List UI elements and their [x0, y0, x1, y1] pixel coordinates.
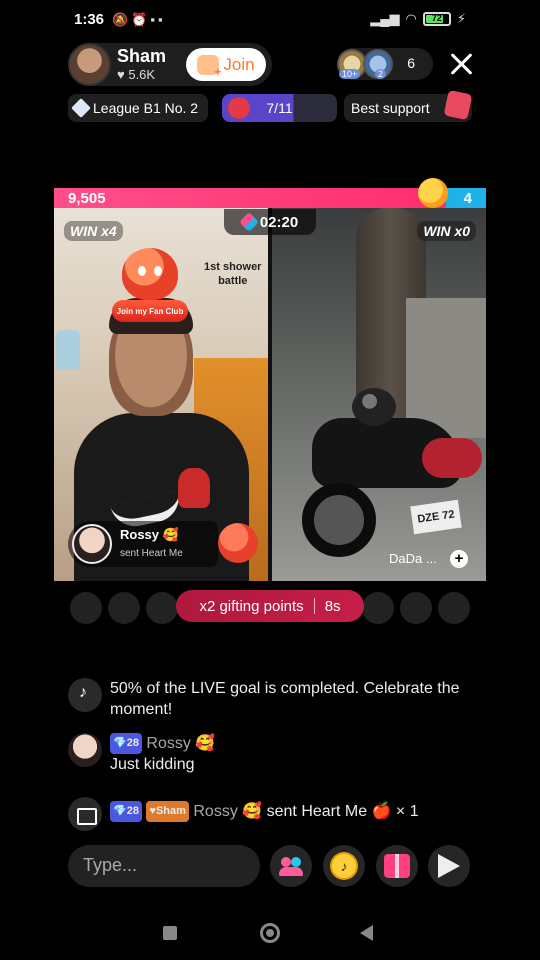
host-avatar[interactable] [68, 43, 111, 86]
shower-battle-label: 1st shower battle [204, 260, 261, 288]
home-icon[interactable] [260, 923, 280, 943]
left-score: 9,505 [68, 190, 106, 207]
follow-opponent-button[interactable]: + [450, 550, 468, 568]
gifting-points-banner: x2 gifting points 8s [176, 590, 364, 622]
gifter-slot[interactable] [438, 592, 470, 624]
multi-guest-button[interactable] [270, 845, 312, 887]
viewer-rank-badge: 10+ [339, 69, 361, 79]
fan-team-badge: ♥Sham [146, 801, 189, 822]
clock: 1:36 [74, 11, 105, 28]
battle-score-bar: 9,505 4 [54, 178, 486, 208]
best-support-chip[interactable]: Best support [344, 89, 473, 122]
league-chip[interactable]: League B1 No. 2 [68, 94, 208, 122]
gifter-slot[interactable] [400, 592, 432, 624]
recharge-button[interactable]: ♪ [323, 845, 365, 887]
gifter-slot[interactable] [362, 592, 394, 624]
gifter-avatar [72, 524, 112, 564]
gift-count: × 1 [395, 803, 419, 820]
fan-club-banner[interactable]: Join my Fan Club [112, 300, 188, 322]
tiktok-logo-icon [68, 678, 102, 712]
level-badge: 💎28 [110, 733, 142, 754]
chat-username[interactable]: Rossy [146, 735, 190, 752]
gift-sender[interactable]: Rossy [193, 803, 237, 820]
live-goal-chip[interactable]: 7/11 [222, 94, 337, 122]
system-nav-bar [0, 902, 540, 960]
share-icon [438, 854, 460, 878]
viewer-rank-badge: 2 [375, 69, 387, 79]
battery-icon: 72 [422, 12, 451, 26]
helmet [352, 388, 396, 426]
user-avatar[interactable] [68, 733, 102, 767]
back-icon[interactable] [360, 925, 373, 941]
battle-icon [238, 212, 259, 232]
join-label: Join [223, 54, 255, 74]
recents-icon[interactable] [163, 926, 177, 940]
gift-button[interactable] [376, 845, 418, 887]
water-jug [56, 330, 80, 370]
coin-icon: ♪ [330, 852, 358, 880]
license-plate: DZE 72 [410, 499, 462, 535]
goal-progress: 7/11 [266, 100, 293, 116]
charging-icon: ⚡ [456, 11, 466, 26]
opponent-name[interactable]: DaDa ... [389, 551, 437, 566]
gift-action: sent Heart Me [266, 803, 368, 820]
host-card[interactable]: Sham ♥ 5.6K Join [68, 43, 272, 86]
close-icon[interactable] [448, 50, 476, 78]
best-support-label: Best support [351, 100, 430, 116]
gifter-slot[interactable] [108, 592, 140, 624]
battery-level: 72 [431, 13, 442, 23]
gifter-slot[interactable] [146, 592, 178, 624]
timer-value: 02:20 [259, 213, 299, 231]
right-win-streak: WIN x0 [417, 221, 476, 241]
wifi-icon: ◠ [405, 11, 417, 26]
comment-input[interactable]: Type... [68, 845, 260, 887]
gifter-slot[interactable] [70, 592, 102, 624]
battle-timer: 02:20 [224, 209, 316, 235]
shower-line-2: battle [218, 275, 248, 287]
heart-gift-icon [228, 97, 250, 119]
top-viewer-avatar[interactable]: 2 [363, 49, 393, 79]
status-bar: 1:36 🔕⏰▪▪ ▂▄▆ ◠ 72 ⚡ [0, 0, 540, 40]
join-fan-club-button[interactable]: Join [186, 48, 266, 81]
system-indicators: ▂▄▆ ◠ 72 ⚡ [370, 11, 466, 27]
gift-notification: Rossy 🥰 sent Heart Me [68, 521, 258, 567]
gifting-points-label: x2 gifting points [199, 597, 304, 615]
shower-line-1: 1st shower [204, 261, 262, 273]
heart-me-gift-icon [218, 523, 258, 563]
likes-count: 5.6K [128, 67, 156, 82]
gifter-name: Rossy 🥰 [120, 527, 179, 542]
fan-club-heart-icon [197, 54, 221, 79]
viewer-list[interactable]: 10+ 2 6 [337, 48, 433, 80]
level-badge: 💎28 [110, 801, 142, 822]
host-likes: ♥ 5.6K [117, 67, 156, 82]
signal-icon: ▂▄▆ [370, 11, 400, 26]
gifting-points-timer: 8s [324, 597, 341, 615]
gift-icon [68, 797, 102, 831]
chat-message-body: 💎28 Rossy 🥰 Just kidding [110, 733, 216, 773]
chat-text: Just kidding [110, 756, 195, 773]
opponent-video[interactable]: DZE 72 [272, 208, 486, 581]
people-icon [279, 857, 303, 876]
right-score: 4 [463, 190, 472, 207]
gift-icon [384, 854, 410, 878]
gift-box-icon [443, 89, 473, 121]
motorcycle: DZE 72 [292, 388, 482, 558]
viewer-count: 6 [407, 55, 415, 71]
league-label: League B1 No. 2 [93, 100, 199, 116]
star-face-icon [418, 178, 448, 208]
diamond-icon [71, 98, 91, 118]
share-button[interactable] [428, 845, 470, 887]
gift-message-body: 💎28 ♥Sham Rossy 🥰 sent Heart Me 🍎 × 1 [110, 801, 419, 822]
left-win-streak: WIN x4 [64, 221, 123, 241]
battle-area[interactable]: 9,505 4 Join my Fan Club 1st shower batt… [54, 178, 486, 581]
host-name: Sham [117, 46, 167, 66]
gifter-action: sent Heart Me [120, 548, 183, 559]
system-message-text: 50% of the LIVE goal is completed. Celeb… [110, 680, 460, 718]
notification-icons: 🔕⏰▪▪ [112, 12, 166, 27]
